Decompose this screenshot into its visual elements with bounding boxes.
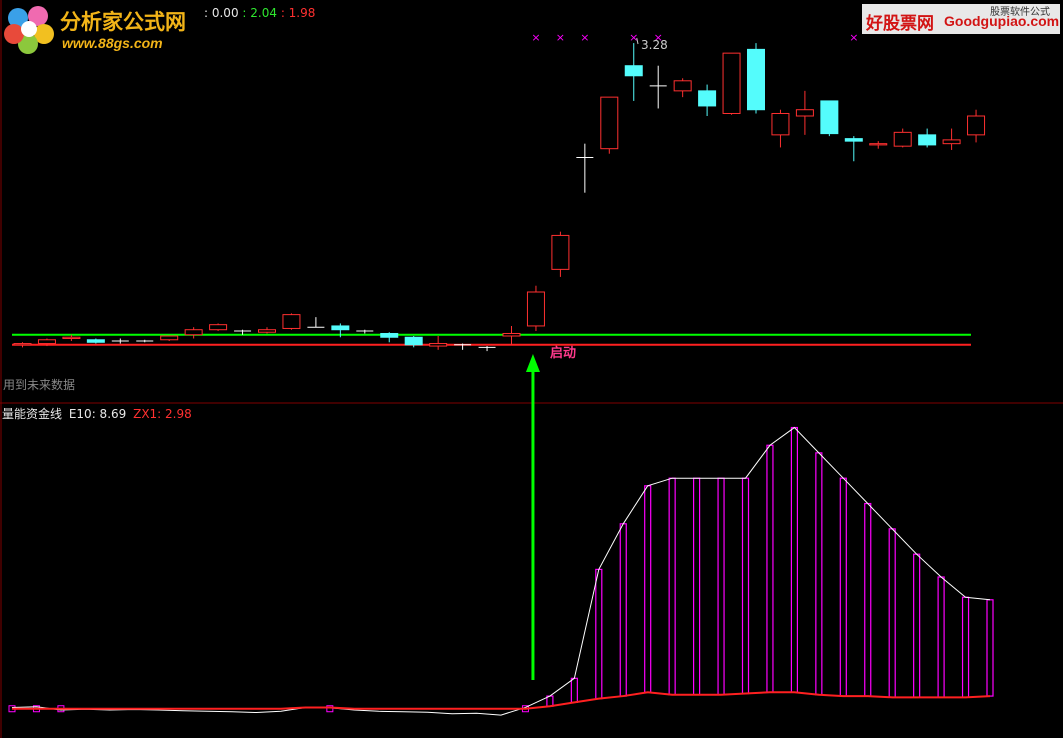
candle-body	[869, 143, 888, 146]
signal-label: 启动	[550, 346, 577, 361]
left-brand-url: www.88gs.com	[62, 35, 163, 51]
candle-body	[698, 90, 717, 107]
candle-body	[13, 343, 32, 346]
candle-body	[795, 109, 814, 117]
header-value-3: : 1.98	[280, 6, 316, 20]
candle-body	[380, 332, 399, 338]
top-header-values: : 0.00 : 2.04 : 1.98	[204, 6, 315, 20]
signal-marker: ×	[531, 31, 540, 44]
chart-stage: × × × × × ×	[0, 0, 1063, 738]
e10-label: E10: 8.69	[68, 407, 127, 421]
signal-marker: ×	[556, 31, 565, 44]
candle-body	[967, 115, 986, 136]
candle-body	[86, 339, 105, 343]
left-brand-name: 分析家公式网	[60, 10, 186, 34]
header-value-2: : 2.04	[242, 6, 277, 20]
candle-body	[673, 80, 692, 92]
indicator-header: 量能资金线 E10: 8.69 ZX1: 2.98	[2, 405, 192, 422]
candle-body	[526, 291, 545, 327]
indicator-name: 量能资金线	[2, 407, 63, 421]
candle-body	[771, 112, 790, 136]
flower-icon	[4, 6, 54, 54]
candle-body	[502, 332, 521, 337]
right-brand-sub: 股票软件公式	[990, 7, 1050, 18]
candle-body	[258, 329, 276, 333]
candle-body	[600, 96, 619, 150]
candle-body	[942, 139, 961, 145]
signal-marker: ×	[580, 31, 589, 44]
candle-body	[551, 234, 570, 270]
right-logo: 好股票网 Goodgupiao.com 股票软件公式	[862, 4, 1060, 34]
candle-body	[282, 314, 301, 329]
left-logo: 分析家公式网 www.88gs.com	[0, 0, 200, 55]
candle-body	[331, 325, 350, 331]
candle-body	[37, 339, 56, 345]
header-value-1: : 0.00	[204, 6, 239, 20]
candle-body	[722, 52, 741, 114]
right-brand-cn: 好股票网	[866, 14, 934, 34]
candle-body	[820, 100, 839, 135]
candle-body	[747, 48, 765, 111]
signal-marker: ×	[849, 31, 858, 44]
candle-body	[62, 336, 81, 340]
candle-body	[209, 324, 228, 331]
candle-body	[844, 138, 863, 142]
zx1-label: ZX1: 2.98	[133, 407, 192, 421]
candle-body	[160, 335, 179, 341]
candle-body	[184, 329, 203, 336]
candle-body	[404, 336, 423, 346]
candle-body	[429, 343, 448, 347]
candle-body	[624, 65, 643, 77]
high-price-label: 3.28	[641, 38, 668, 52]
candle-body	[918, 134, 937, 146]
status-text: 用到未来数据	[3, 378, 76, 392]
signal-marker: ×	[629, 31, 638, 44]
candle-body	[893, 131, 912, 147]
